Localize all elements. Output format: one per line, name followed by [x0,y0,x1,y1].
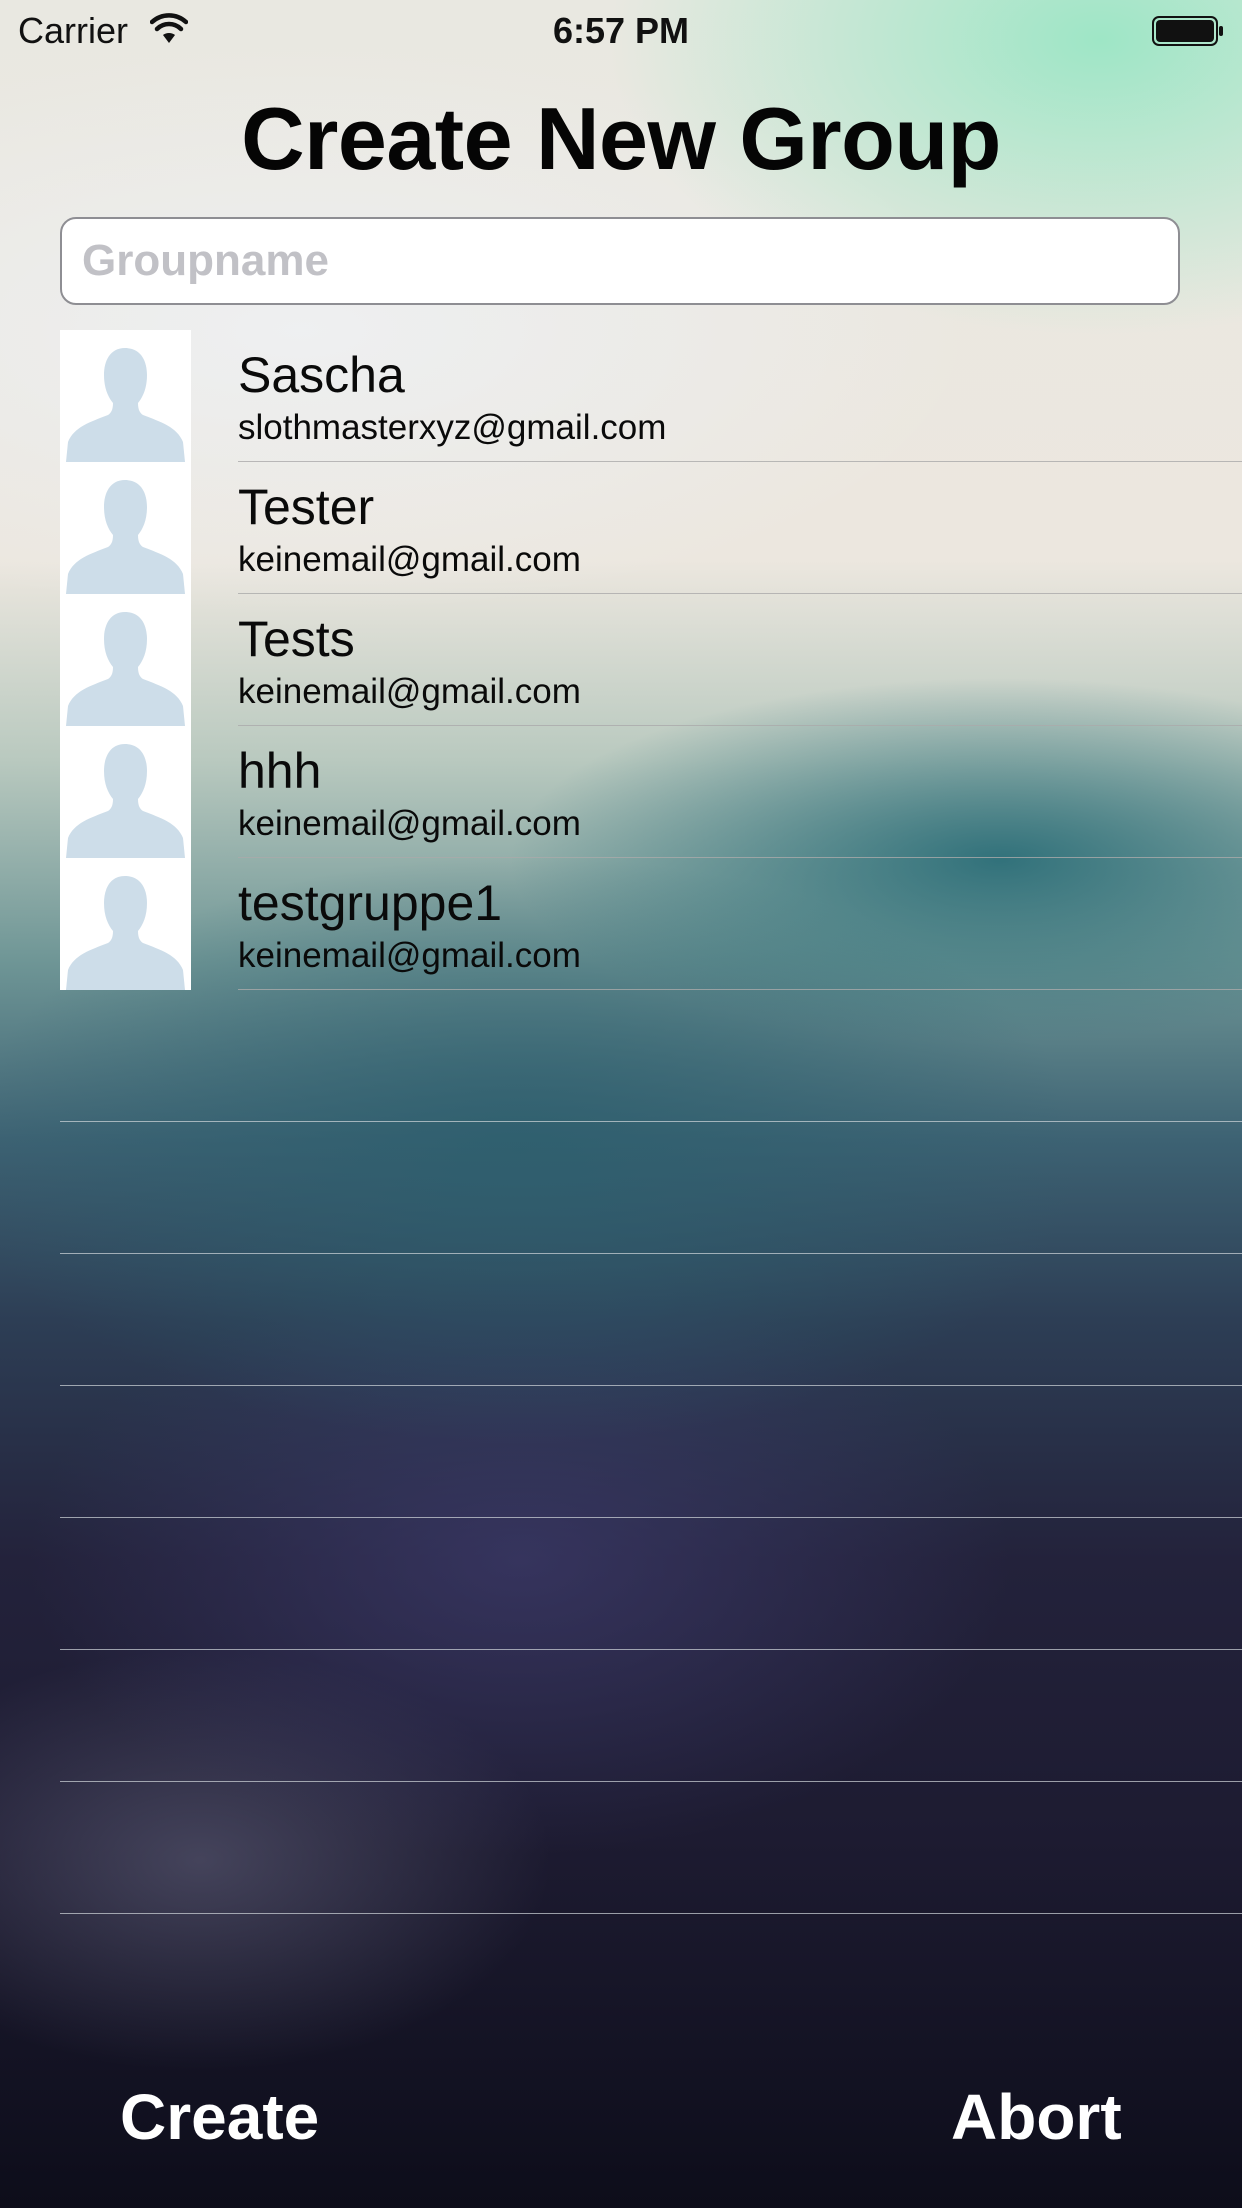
status-time: 6:57 PM [552,10,690,51]
empty-row-separator [60,1781,1242,1782]
contact-row[interactable]: Tests keinemail@gmail.com [60,594,1242,726]
contact-row[interactable]: hhh keinemail@gmail.com [60,726,1242,858]
groupname-input[interactable] [60,217,1180,305]
contact-row[interactable]: testgruppe1 keinemail@gmail.com [60,858,1242,990]
empty-row-separator [60,1649,1242,1650]
contact-email: keinemail@gmail.com [238,936,581,975]
contact-name: testgruppe1 [238,875,503,931]
page-title: Create New Group [241,89,1001,188]
person-silhouette-icon [60,462,191,594]
contact-name: Sascha [238,347,405,403]
empty-row-separator [60,1913,1242,1914]
create-button[interactable]: Create [120,2080,319,2154]
contact-email: keinemail@gmail.com [238,804,581,843]
contact-name: Tests [238,611,355,667]
abort-button[interactable]: Abort [951,2080,1122,2154]
person-silhouette-icon [60,726,191,858]
contact-list: Sascha slothmasterxyz@gmail.com Tester k… [60,330,1242,990]
contact-name: hhh [238,743,322,799]
person-silhouette-icon [60,594,191,726]
person-silhouette-icon [60,330,191,462]
empty-row-separator [60,1121,1242,1122]
person-silhouette-icon [60,858,191,990]
battery-icon [1152,16,1223,46]
empty-row-separator [60,1253,1242,1254]
contact-row[interactable]: Tester keinemail@gmail.com [60,462,1242,594]
contact-email: keinemail@gmail.com [238,672,581,711]
status-bar: Carrier 6:57 PM [0,0,1242,60]
contact-name: Tester [238,479,375,535]
contact-email: keinemail@gmail.com [238,540,581,579]
row-separator [238,989,1242,990]
contact-row[interactable]: Sascha slothmasterxyz@gmail.com [60,330,1242,462]
empty-row-separator [60,1517,1242,1518]
empty-row-separator [60,1385,1242,1386]
contact-email: slothmasterxyz@gmail.com [238,408,667,447]
